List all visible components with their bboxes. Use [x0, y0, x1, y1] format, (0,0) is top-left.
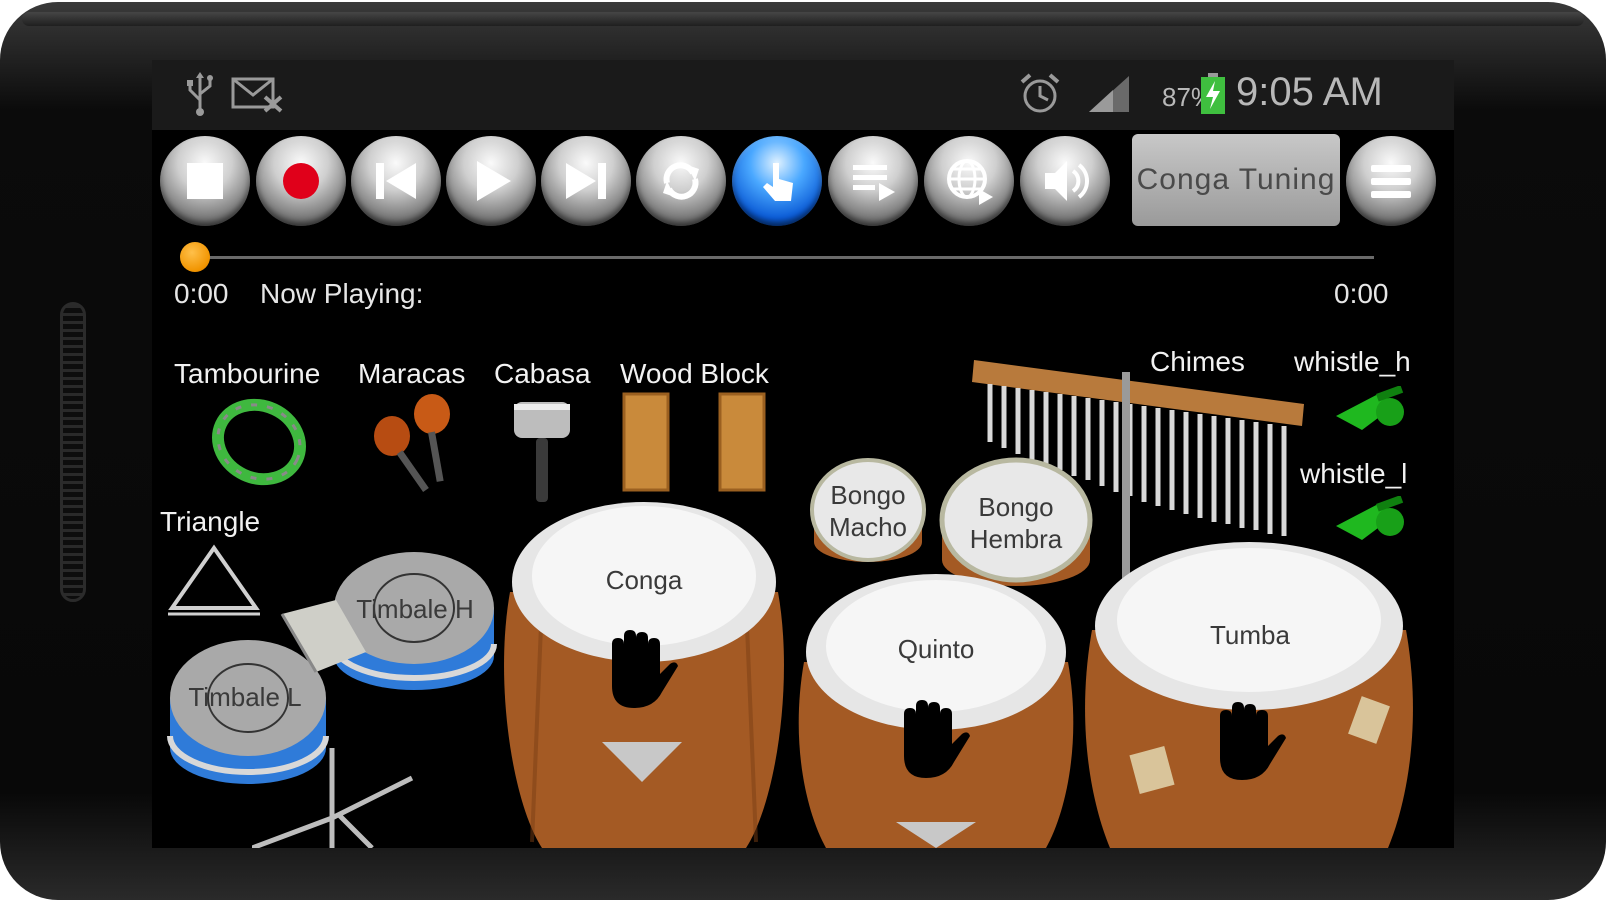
- record-icon: [283, 163, 319, 199]
- previous-icon: [376, 163, 416, 199]
- quinto-label: Quinto: [897, 634, 975, 664]
- hand-icon: [894, 700, 970, 785]
- speaker-grille: [60, 302, 86, 602]
- cabasa-label: Cabasa: [494, 358, 591, 389]
- wood-block-label: Wood Block: [620, 358, 769, 389]
- stop-button[interactable]: [160, 136, 250, 226]
- progress-track[interactable]: [194, 256, 1374, 259]
- bongo-hembra-label-1: Bongo: [978, 492, 1054, 522]
- player-toolbar: Conga Tuning: [152, 128, 1454, 228]
- hand-icon: [602, 630, 678, 715]
- whistle-high-label: whistle_h: [1294, 346, 1411, 377]
- stop-icon: [187, 163, 223, 199]
- touch-mode-button[interactable]: [732, 136, 822, 226]
- online-button[interactable]: [924, 136, 1014, 226]
- time-elapsed: 0:00: [174, 278, 229, 309]
- online-icon: [947, 159, 993, 205]
- timbale-l-label: Timbale L: [188, 682, 302, 712]
- whistle-low-label: whistle_l: [1300, 458, 1408, 489]
- wood-block-instrument[interactable]: [622, 392, 772, 497]
- tumba-label: Tumba: [1210, 620, 1290, 650]
- usb-icon: [180, 72, 220, 116]
- cabasa-instrument[interactable]: [510, 396, 574, 511]
- play-icon: [477, 161, 511, 201]
- next-button[interactable]: [541, 136, 631, 226]
- record-button[interactable]: [256, 136, 346, 226]
- loop-icon: [663, 162, 699, 200]
- bezel-highlight: [22, 12, 1584, 26]
- status-bar: 87% 9:05 AM: [152, 60, 1454, 130]
- signal-icon: [1086, 74, 1132, 114]
- maracas-label: Maracas: [358, 358, 466, 389]
- menu-icon: [1371, 165, 1411, 198]
- bongo-macho-label-1: Bongo: [830, 480, 906, 510]
- time-total: 0:00: [1334, 278, 1389, 309]
- whistle-high-instrument[interactable]: [1332, 385, 1412, 441]
- tambourine-instrument[interactable]: [204, 392, 314, 497]
- timbale-stand: [251, 748, 422, 848]
- app-screen: 87% 9:05 AM Conga Tuning 0:00 Now Playin…: [152, 60, 1454, 848]
- tambourine-label: Tambourine: [174, 358, 321, 389]
- progress-knob[interactable]: [180, 242, 210, 272]
- touch-icon: [763, 163, 793, 201]
- playlist-button[interactable]: [828, 136, 918, 226]
- volume-icon: [1045, 161, 1089, 201]
- bongo-hembra-label-2: Hembra: [969, 524, 1063, 554]
- previous-button[interactable]: [351, 136, 441, 226]
- alarm-icon: [1018, 73, 1062, 114]
- missed-mail-icon: [230, 74, 284, 114]
- tumba-drum[interactable]: [1084, 540, 1414, 848]
- status-time: 9:05 AM: [1236, 70, 1383, 114]
- menu-button[interactable]: [1346, 136, 1436, 226]
- triangle-label: Triangle: [160, 506, 261, 537]
- conga-label: Conga: [605, 565, 683, 595]
- loop-button[interactable]: [636, 136, 726, 226]
- conga-tuning-button[interactable]: Conga Tuning: [1132, 134, 1340, 226]
- now-playing-label: Now Playing:: [260, 278, 424, 309]
- phone-frame: 87% 9:05 AM Conga Tuning 0:00 Now Playin…: [0, 2, 1606, 900]
- next-icon: [566, 163, 606, 199]
- hand-icon: [1210, 702, 1286, 787]
- cowbell-instrument[interactable]: [276, 596, 372, 681]
- bongo-macho-label-2: Macho: [828, 512, 908, 542]
- triangle-instrument[interactable]: [164, 544, 264, 625]
- volume-button[interactable]: [1020, 136, 1110, 226]
- playlist-icon: [853, 165, 895, 201]
- play-button[interactable]: [446, 136, 536, 226]
- maracas-instrument[interactable]: [366, 392, 466, 507]
- battery-charging-icon: [1198, 73, 1228, 114]
